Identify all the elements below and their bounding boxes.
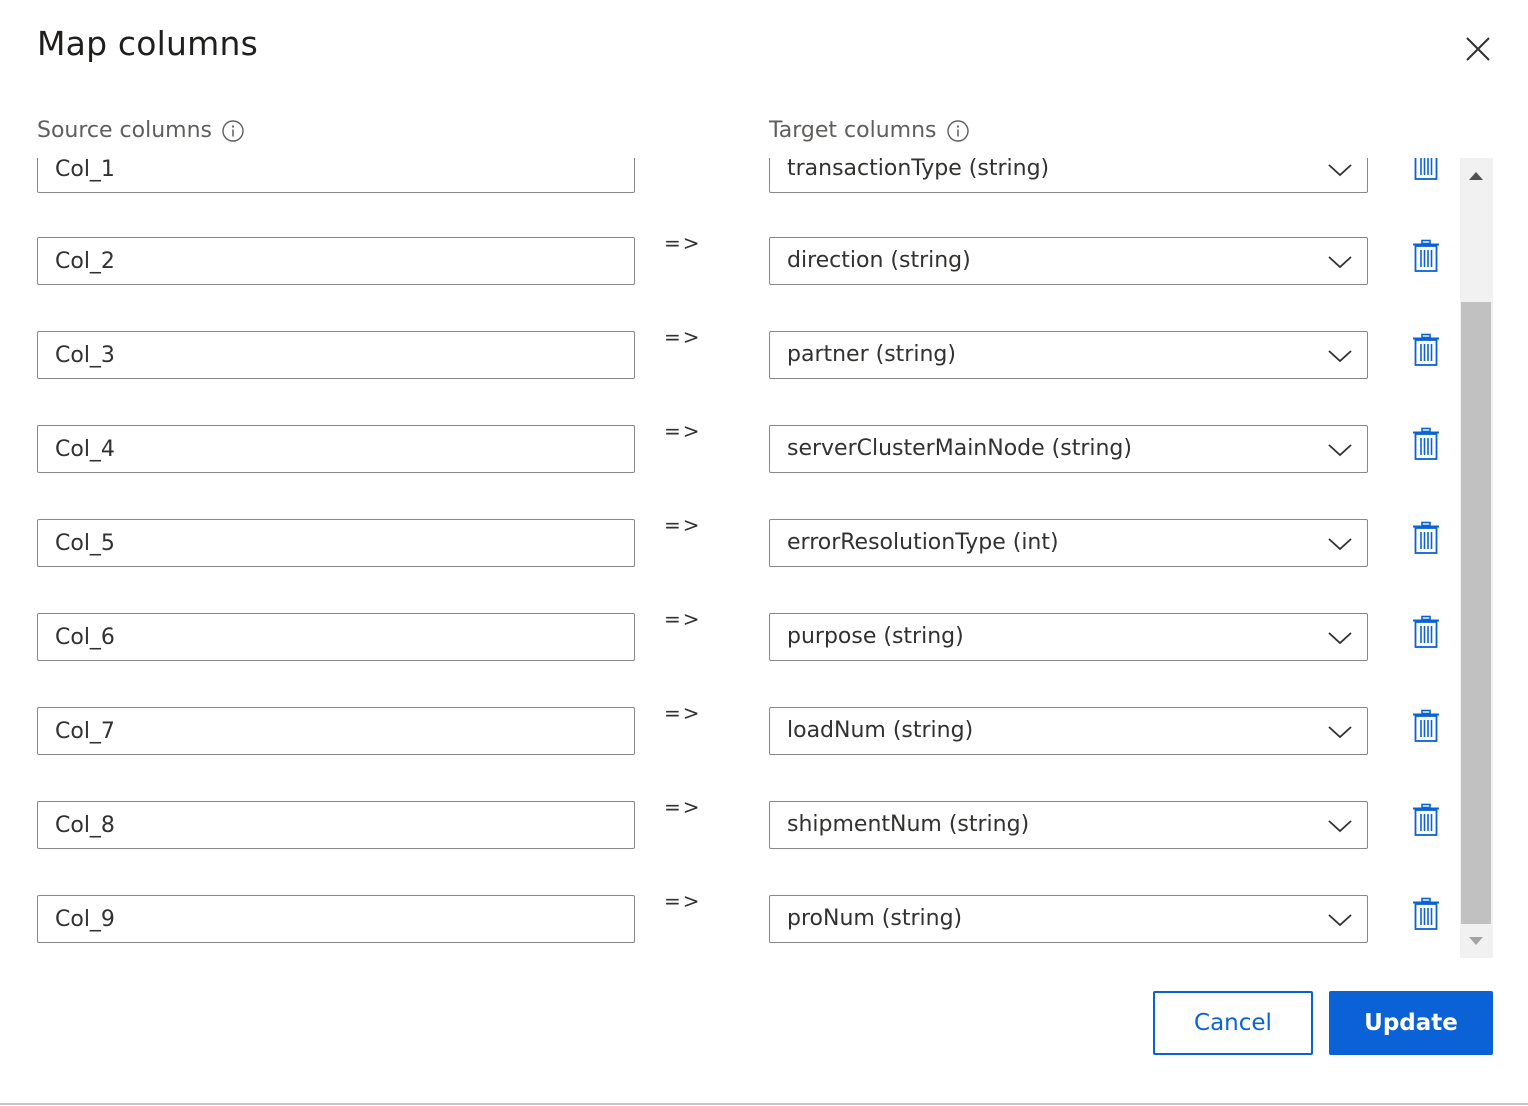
close-icon (1466, 37, 1490, 61)
chevron-down-icon (1328, 726, 1352, 739)
info-icon[interactable] (946, 119, 969, 142)
cancel-button[interactable]: Cancel (1153, 991, 1313, 1055)
source-column-input[interactable] (37, 895, 635, 943)
close-button[interactable] (1459, 30, 1499, 70)
chevron-down-icon (1328, 444, 1352, 457)
target-column-dropdown[interactable]: loadNum (string) (769, 707, 1368, 755)
target-column-value: partner (string) (787, 342, 956, 367)
target-column-value: loadNum (string) (787, 718, 974, 743)
chevron-down-icon (1328, 256, 1352, 269)
mapping-row: => loadNum (string) (0, 701, 1460, 757)
source-column-input[interactable] (37, 707, 635, 755)
source-column-input[interactable] (37, 331, 635, 379)
mapping-row: => transactionType (string) (0, 158, 1460, 195)
vertical-scrollbar[interactable] (1460, 158, 1493, 958)
target-column-dropdown[interactable]: partner (string) (769, 331, 1368, 379)
update-button[interactable]: Update (1329, 991, 1493, 1055)
mapping-row: => serverClusterMainNode (string) (0, 419, 1460, 475)
mapping-arrow: => (664, 231, 702, 255)
chevron-down-icon (1328, 914, 1352, 927)
mapping-arrow: => (664, 419, 702, 443)
mapping-arrow: => (664, 889, 702, 913)
source-column-input[interactable] (37, 519, 635, 567)
target-column-dropdown[interactable]: transactionType (string) (769, 158, 1368, 193)
target-columns-label: Target columns (769, 118, 937, 143)
mapping-arrow: => (664, 607, 702, 631)
delete-icon[interactable] (1411, 615, 1441, 649)
delete-icon[interactable] (1411, 521, 1441, 555)
target-column-dropdown[interactable]: direction (string) (769, 237, 1368, 285)
chevron-down-icon (1328, 164, 1352, 177)
mapping-row: => errorResolutionType (int) (0, 513, 1460, 569)
mapping-row: => shipmentNum (string) (0, 795, 1460, 851)
delete-icon[interactable] (1411, 427, 1441, 461)
mapping-arrow: => (664, 158, 702, 163)
delete-icon[interactable] (1411, 803, 1441, 837)
source-column-input[interactable] (37, 801, 635, 849)
chevron-down-icon (1328, 632, 1352, 645)
scroll-thumb[interactable] (1461, 302, 1491, 924)
source-column-input[interactable] (37, 158, 635, 193)
mapping-row: => proNum (string) (0, 889, 1460, 945)
chevron-down-icon (1328, 350, 1352, 363)
target-column-value: purpose (string) (787, 624, 964, 649)
delete-icon[interactable] (1411, 158, 1441, 181)
source-column-input[interactable] (37, 237, 635, 285)
source-columns-header: Source columns (37, 118, 244, 143)
mapping-arrow: => (664, 325, 702, 349)
target-column-dropdown[interactable]: errorResolutionType (int) (769, 519, 1368, 567)
target-column-value: direction (string) (787, 248, 971, 273)
mapping-row: => purpose (string) (0, 607, 1460, 663)
scroll-up-arrow-icon[interactable] (1469, 172, 1483, 180)
dialog-title: Map columns (37, 24, 259, 63)
target-column-value: errorResolutionType (int) (787, 530, 1059, 555)
target-column-dropdown[interactable]: serverClusterMainNode (string) (769, 425, 1368, 473)
target-column-dropdown[interactable]: proNum (string) (769, 895, 1368, 943)
mapping-list: => transactionType (string) => direction… (0, 158, 1460, 958)
chevron-down-icon (1328, 538, 1352, 551)
source-columns-label: Source columns (37, 118, 213, 143)
delete-icon[interactable] (1411, 239, 1441, 273)
delete-icon[interactable] (1411, 709, 1441, 743)
info-icon[interactable] (222, 119, 244, 142)
target-column-value: proNum (string) (787, 906, 963, 931)
target-column-value: shipmentNum (string) (787, 812, 1030, 837)
scroll-down-arrow-icon[interactable] (1469, 937, 1483, 945)
mapping-arrow: => (664, 701, 702, 725)
mapping-arrow: => (664, 513, 702, 537)
source-column-input[interactable] (37, 425, 635, 473)
delete-icon[interactable] (1411, 333, 1441, 367)
mapping-row: => direction (string) (0, 231, 1460, 287)
delete-icon[interactable] (1411, 897, 1441, 931)
target-column-dropdown[interactable]: shipmentNum (string) (769, 801, 1368, 849)
target-columns-header: Target columns (769, 118, 969, 143)
mapping-arrow: => (664, 795, 702, 819)
chevron-down-icon (1328, 820, 1352, 833)
divider (0, 1103, 1528, 1105)
target-column-value: serverClusterMainNode (string) (787, 436, 1132, 461)
target-column-value: transactionType (string) (787, 158, 1050, 181)
target-column-dropdown[interactable]: purpose (string) (769, 613, 1368, 661)
source-column-input[interactable] (37, 613, 635, 661)
mapping-row: => partner (string) (0, 325, 1460, 381)
